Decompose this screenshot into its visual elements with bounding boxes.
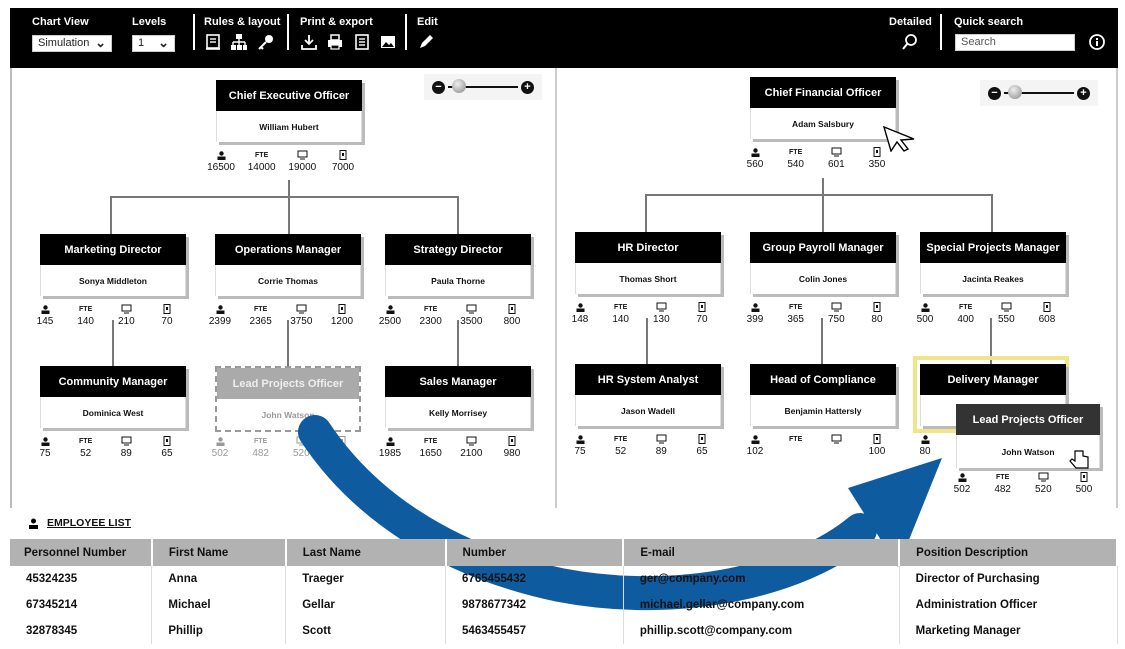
table-cell: 32878345 [10, 618, 153, 644]
fte-label: FTE [996, 473, 1010, 481]
table-cell: Traeger [285, 566, 447, 592]
stat-value: 502 [953, 484, 971, 495]
hand-cursor-icon [1069, 450, 1089, 469]
table-cell: Scott [285, 618, 447, 644]
employee-list-title[interactable]: EMPLOYEE LIST [28, 517, 131, 529]
employee-table: Personnel Number First Name Last Name Numbe… [10, 539, 1118, 644]
table-cell: Gellar [285, 592, 447, 618]
table-cell: Anna [151, 566, 287, 592]
column-header[interactable]: Number [445, 539, 625, 566]
dragged-card-stats: 502 FTE 482 520 500 [943, 470, 1103, 495]
table-cell: phillip.scott@company.com [623, 618, 900, 644]
monitor-icon [1024, 470, 1062, 484]
pointer-cursor-icon [882, 125, 915, 152]
stat-item: 520 [1024, 470, 1062, 495]
table-cell: Michael [151, 592, 287, 618]
table-cell: 67345214 [10, 592, 153, 618]
column-header[interactable]: Last Name [285, 539, 447, 566]
column-header[interactable]: E-mail [623, 539, 901, 566]
person-icon [29, 518, 38, 529]
table-cell: 5463455457 [445, 618, 624, 644]
table-cell: 9878677342 [445, 592, 624, 618]
table-row[interactable]: 67345214 Michael Gellar 9878677342 michael.g… [10, 592, 1118, 618]
table-row[interactable]: 45324235 Anna Traeger 6765455432 ger@company… [10, 566, 1118, 592]
person-icon [943, 470, 981, 484]
column-header[interactable]: First Name [151, 539, 287, 566]
stat-value: 482 [994, 484, 1011, 495]
table-cell: 6765455432 [445, 566, 624, 592]
table-cell: Director of Purchasing [899, 566, 1118, 592]
stat-value: 520 [1034, 484, 1052, 495]
table-row[interactable]: 32878345 Phillip Scott 5463455457 phillip.sc… [10, 618, 1118, 644]
table-cell: Marketing Manager [899, 618, 1118, 644]
table-cell: michael.gellar@company.com [623, 592, 900, 618]
column-header[interactable]: Position Description [899, 539, 1118, 566]
table-cell: Phillip [151, 618, 287, 644]
stat-item: 500 [1065, 470, 1103, 495]
table-cell: ger@company.com [623, 566, 900, 592]
column-header[interactable]: Personnel Number [10, 539, 153, 566]
employee-list-label: EMPLOYEE LIST [47, 517, 132, 529]
stat-item: 502 [943, 470, 981, 495]
table-cell: Administration Officer [899, 592, 1118, 618]
stat-item: FTE 482 [984, 470, 1022, 496]
dragged-card-title: Lead Projects Officer [956, 404, 1100, 435]
table-cell: 45324235 [10, 566, 153, 592]
stat-value: 500 [1075, 484, 1093, 495]
